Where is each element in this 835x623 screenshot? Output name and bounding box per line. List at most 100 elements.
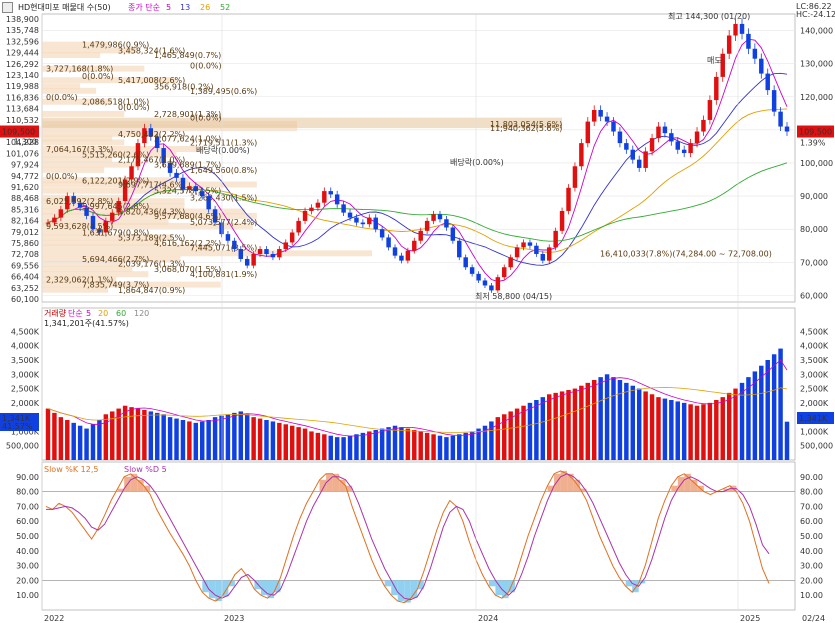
candle (662, 126, 668, 134)
candle (669, 133, 674, 142)
stoch-left-tick: 70.00 (16, 502, 39, 511)
volume-profile-label: 0(0.0%) (118, 103, 150, 112)
candle (527, 242, 533, 246)
volume-bar (206, 420, 211, 460)
candle (598, 110, 603, 117)
volume-bar (103, 414, 109, 460)
candle (681, 149, 687, 154)
stoch-left-tick: 10.00 (16, 591, 39, 600)
candle (675, 141, 680, 150)
ex-dividend-2023: 배당락(0.00%) (450, 157, 504, 167)
price-left-tick: 116,836 (6, 93, 39, 102)
volume-bar (412, 430, 417, 460)
candle (765, 73, 770, 91)
volume-profile-label: 0(0.0%) (82, 72, 114, 81)
volume-profile-label: 7,445,071(3.5%) (190, 243, 257, 252)
volume-right-tick: 3,500K (800, 356, 829, 365)
volume-bar (264, 420, 269, 460)
volume-bar (283, 424, 288, 460)
volume-bar (662, 398, 668, 460)
ex-dividend-2022: 배당락(0.00%) (196, 145, 250, 155)
overbought-fill (554, 473, 561, 492)
volume-bar (219, 415, 224, 460)
candle (309, 207, 314, 211)
volume-bar (97, 420, 102, 460)
candle (778, 111, 783, 127)
window-icon[interactable] (2, 2, 13, 13)
volume-left-tick: 3,000K (11, 370, 40, 379)
price-left-tick: 119,988 (6, 82, 39, 91)
candle (328, 191, 333, 195)
price-legend-item: 13 (180, 3, 190, 12)
volume-left-tick: 500,000 (6, 442, 39, 451)
volume-bar (765, 360, 770, 460)
volume-bar (495, 417, 501, 460)
candle (457, 240, 462, 258)
volume-bar (572, 388, 578, 460)
volume-bar (444, 437, 449, 460)
volume-bar (514, 408, 520, 460)
volume-profile-bar (42, 52, 101, 59)
volume-bar (367, 431, 372, 460)
volume-bar (579, 385, 584, 460)
price-legend-item: 5 (166, 3, 171, 12)
price-left-tick: 63,252 (11, 284, 39, 293)
volume-legend-item: 60 (116, 309, 126, 318)
price-left-tick: 60,100 (11, 295, 39, 304)
candle (469, 267, 475, 274)
candle (643, 151, 648, 168)
candle (450, 227, 456, 241)
stoch-left-tick: 60.00 (16, 517, 39, 526)
volume-bar (122, 405, 128, 460)
volume-bar (617, 380, 623, 460)
volume-profile-highlight (42, 117, 562, 129)
price-left-tick: 123,140 (6, 71, 39, 80)
candle (701, 119, 706, 132)
volume-bar (547, 394, 552, 460)
volume-bar (65, 420, 70, 460)
price-left-tick: 66,404 (11, 273, 39, 282)
candle (656, 126, 661, 139)
volume-bar (591, 380, 597, 460)
candle (58, 209, 64, 218)
volume-bar (84, 428, 89, 460)
volume-bar (251, 417, 256, 460)
stoch-right-tick: 80.00 (800, 488, 823, 497)
volume-bar (784, 421, 790, 460)
volume-bar (424, 432, 430, 460)
volume-bar (643, 391, 648, 460)
volume-bar (392, 425, 398, 460)
volume-bar (399, 427, 404, 460)
candle (534, 245, 539, 254)
oversold-fill (208, 580, 216, 599)
candle (322, 191, 327, 203)
current-pct-tag: 1.39% (800, 139, 826, 148)
volume-bar (418, 431, 423, 460)
price-left-tick: 85,316 (11, 205, 39, 214)
volume-bar (289, 425, 295, 460)
volume-profile-label: 16,410,033(7.8%)(74,284.00 ~ 72,708.00) (600, 249, 772, 258)
volume-bar (527, 402, 533, 460)
oversold-fill (410, 580, 418, 599)
price-left-tick: 79,012 (11, 228, 39, 237)
stoch-right-tick: 70.00 (800, 502, 823, 511)
volume-bar (431, 434, 436, 460)
candle (688, 143, 693, 154)
candle (771, 90, 777, 112)
candle (347, 212, 353, 218)
volume-bar (553, 392, 558, 460)
stoch-legend-item: Slow %K 12,5 (44, 465, 98, 474)
price-left-tick: 110,532 (6, 116, 39, 125)
candle (585, 121, 591, 144)
price-left-tick: 129,444 (6, 49, 39, 58)
price-left-tick: 135,748 (6, 26, 39, 35)
stoch-left-tick: 90.00 (16, 473, 39, 482)
volume-bar (540, 397, 546, 460)
volume-bar (52, 412, 57, 460)
stoch-right-tick: 90.00 (800, 473, 823, 482)
volume-bar (463, 432, 468, 460)
candle (399, 255, 404, 261)
volume-bar (694, 405, 700, 460)
price-right-tick: 80,000 (800, 225, 828, 234)
candle (110, 212, 115, 221)
